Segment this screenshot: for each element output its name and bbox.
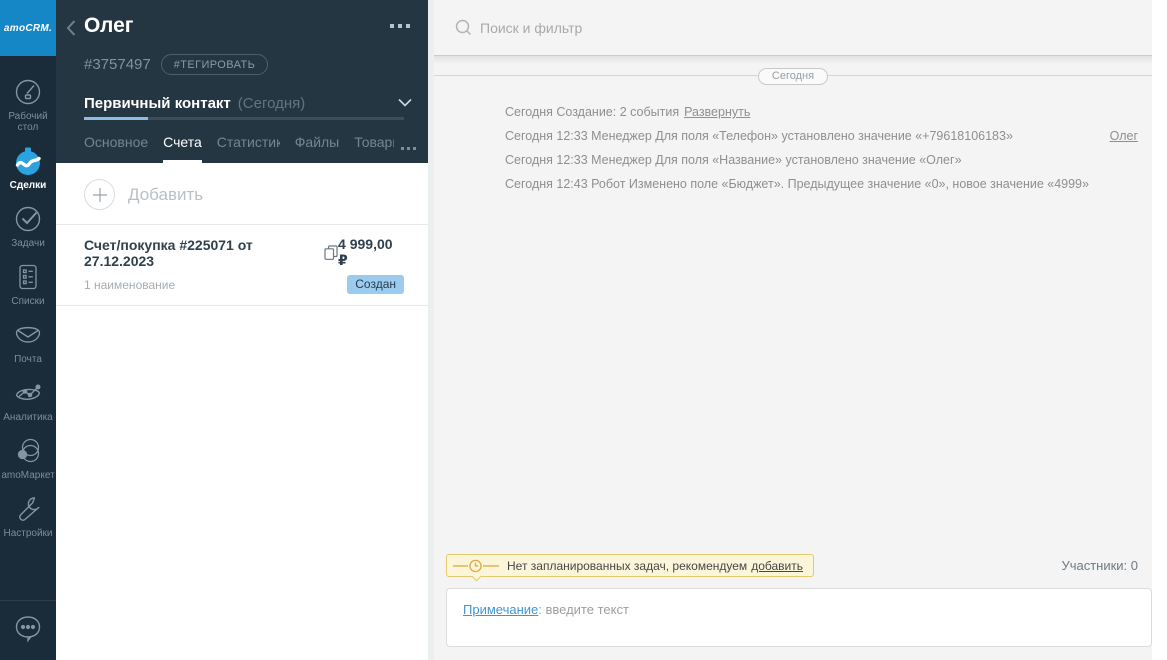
pipeline-stage-selector[interactable]: Первичный контакт (Сегодня) bbox=[84, 94, 412, 112]
note-input[interactable]: Примечание: введите текст bbox=[446, 588, 1152, 647]
sidebar-item-amomarket[interactable]: amoМаркет bbox=[0, 429, 56, 487]
sidebar-item-deals[interactable]: Сделки bbox=[0, 139, 56, 197]
contact-name: Олег bbox=[84, 14, 134, 37]
check-circle-icon bbox=[13, 204, 43, 234]
contact-panel: Олег #3757497 #ТЕГИРОВАТЬ Первичный конт… bbox=[56, 0, 428, 660]
note-placeholder: : введите текст bbox=[538, 602, 629, 617]
tag-button[interactable]: #ТЕГИРОВАТЬ bbox=[160, 54, 269, 75]
sidebar-item-mail[interactable]: Почта bbox=[0, 313, 56, 371]
search-icon bbox=[455, 19, 472, 36]
sidebar-item-analytics[interactable]: Аналитика bbox=[0, 371, 56, 429]
tab-osnovnoe[interactable]: Основное bbox=[84, 134, 148, 163]
contact-id: #3757497 bbox=[84, 56, 151, 73]
invoice-title: Счет/покупка #225071 от 27.12.2023 bbox=[84, 236, 253, 269]
plus-icon bbox=[84, 179, 115, 210]
invoice-items-count: 1 наименование bbox=[84, 277, 176, 292]
add-invoice-button[interactable]: Добавить bbox=[56, 163, 428, 225]
tabs-overflow-icon[interactable] bbox=[401, 147, 416, 150]
deals-icon bbox=[13, 146, 43, 176]
sidebar-item-label: Сделки bbox=[9, 180, 47, 191]
stage-name: Первичный контакт bbox=[84, 94, 231, 112]
invoice-row[interactable]: Счет/покупка #225071 от 27.12.2023 4 999… bbox=[56, 225, 428, 306]
stage-progress-fill bbox=[84, 117, 148, 120]
mail-icon bbox=[13, 320, 43, 350]
dashboard-icon bbox=[13, 77, 43, 107]
stage-progress-bar bbox=[84, 117, 404, 120]
sidebar-item-label: amoМаркет bbox=[1, 470, 55, 481]
chat-icon[interactable] bbox=[13, 613, 43, 648]
tab-faily[interactable]: Файлы bbox=[295, 134, 339, 163]
event-row-name: Сегодня 12:33 Менеджер Для поля «Названи… bbox=[505, 148, 1138, 172]
tab-scheta[interactable]: Счета bbox=[163, 134, 202, 163]
clock-icon bbox=[447, 559, 507, 573]
invoice-status-badge: Создан bbox=[347, 275, 404, 294]
search-shadow bbox=[434, 56, 1152, 64]
tab-statistika[interactable]: Статистика bbox=[217, 134, 280, 163]
add-label: Добавить bbox=[128, 184, 204, 204]
sidebar-item-label: Почта bbox=[14, 354, 42, 365]
event-row-creation: Сегодня Создание: 2 события Развернуть bbox=[505, 100, 1138, 124]
date-pill: Сегодня bbox=[757, 68, 829, 85]
sidebar: amoCRM. Рабочий стол Сделки Задачи Списк… bbox=[0, 0, 56, 660]
sidebar-item-label: Списки bbox=[11, 296, 45, 307]
market-icon bbox=[13, 436, 43, 466]
invoice-amount: 4 999,00 ₽ bbox=[338, 236, 393, 268]
expand-link[interactable]: Развернуть bbox=[684, 100, 750, 124]
more-menu-icon[interactable] bbox=[390, 24, 410, 28]
contact-header: Олег #3757497 #ТЕГИРОВАТЬ Первичный конт… bbox=[56, 0, 428, 163]
sidebar-item-label: Рабочий стол bbox=[8, 111, 48, 133]
sidebar-item-label: Настройки bbox=[3, 528, 53, 539]
event-list: Сегодня Создание: 2 события Развернуть С… bbox=[434, 86, 1152, 196]
participants-count: Участники: 0 bbox=[1061, 558, 1138, 573]
add-task-link[interactable]: добавить bbox=[751, 559, 803, 573]
list-icon bbox=[13, 262, 43, 292]
sidebar-item-label: Аналитика bbox=[3, 412, 53, 423]
contact-tabs: Основное Счета Статистика Файлы Товары ( bbox=[84, 134, 394, 163]
sidebar-item-tasks[interactable]: Задачи bbox=[0, 197, 56, 255]
search-input[interactable]: Поиск и фильтр bbox=[434, 0, 1152, 56]
right-gutter bbox=[1152, 0, 1167, 660]
wrench-icon bbox=[13, 494, 43, 524]
no-tasks-notice: Нет запланированных задач, рекомендуем д… bbox=[446, 554, 814, 582]
contact-link[interactable]: Олег bbox=[1110, 124, 1138, 148]
invoices-tab-content: Добавить Счет/покупка #225071 от 27.12.2… bbox=[56, 163, 428, 306]
sidebar-item-settings[interactable]: Настройки bbox=[0, 487, 56, 545]
copy-icon[interactable] bbox=[324, 245, 338, 260]
no-tasks-text: Нет запланированных задач, рекомендуем bbox=[507, 558, 748, 573]
sidebar-chat-section bbox=[0, 600, 56, 660]
event-text: Сегодня 12:43 Робот Изменено поле «Бюдже… bbox=[505, 177, 1089, 191]
tab-tovary[interactable]: Товары ( bbox=[354, 134, 394, 163]
event-row-budget: Сегодня 12:43 Робот Изменено поле «Бюдже… bbox=[505, 172, 1138, 196]
chevron-down-icon[interactable] bbox=[398, 94, 412, 112]
notice-tail bbox=[471, 571, 482, 582]
analytics-icon bbox=[13, 378, 43, 408]
event-text: Сегодня 12:33 Менеджер Для поля «Телефон… bbox=[505, 129, 1013, 143]
event-row-phone: Сегодня 12:33 Менеджер Для поля «Телефон… bbox=[505, 124, 1138, 148]
search-placeholder: Поиск и фильтр bbox=[480, 19, 583, 36]
sidebar-item-dashboard[interactable]: Рабочий стол bbox=[0, 70, 56, 139]
sidebar-item-lists[interactable]: Списки bbox=[0, 255, 56, 313]
note-type-link[interactable]: Примечание bbox=[463, 602, 538, 617]
event-text: Сегодня Создание: 2 события bbox=[505, 105, 680, 119]
stage-date: (Сегодня) bbox=[237, 94, 306, 112]
sidebar-item-label: Задачи bbox=[11, 238, 45, 249]
back-icon[interactable] bbox=[65, 19, 77, 42]
event-text: Сегодня 12:33 Менеджер Для поля «Названи… bbox=[505, 153, 962, 167]
app-window: amoCRM. Рабочий стол Сделки Задачи Списк… bbox=[0, 0, 1167, 660]
sidebar-nav: Рабочий стол Сделки Задачи Списки Почта … bbox=[0, 56, 56, 545]
timeline-panel: Поиск и фильтр Сегодня Сегодня Создание:… bbox=[434, 0, 1152, 660]
date-divider: Сегодня bbox=[434, 66, 1152, 86]
amocrm-logo[interactable]: amoCRM. bbox=[0, 0, 56, 56]
